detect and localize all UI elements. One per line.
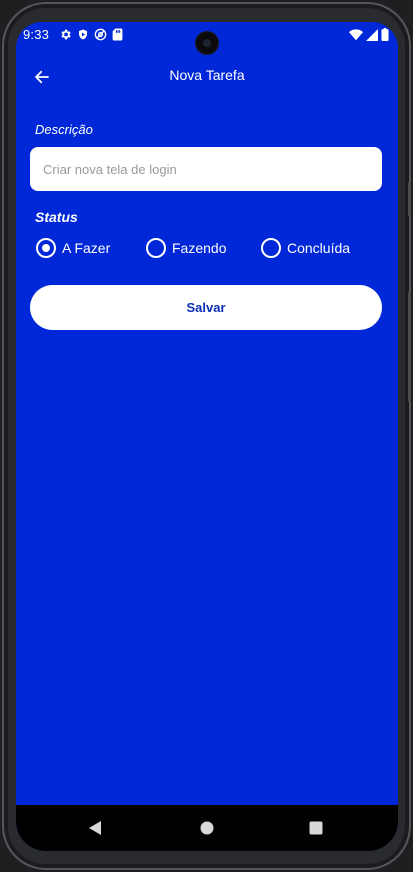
system-nav-bar xyxy=(16,805,398,851)
page-title: Nova Tarefa xyxy=(169,67,245,83)
power-button xyxy=(408,182,411,216)
status-label: Status xyxy=(35,209,78,225)
shield-icon xyxy=(77,28,89,46)
nav-home-button[interactable] xyxy=(198,819,216,837)
gear-icon xyxy=(59,28,72,46)
app-bar: Nova Tarefa xyxy=(16,58,398,94)
radio-option-concluida[interactable]: Concluída xyxy=(261,238,350,258)
signal-icon xyxy=(366,28,378,46)
status-right-icons xyxy=(349,28,389,46)
radio-option-a-fazer[interactable]: A Fazer xyxy=(36,238,110,258)
radio-button[interactable] xyxy=(146,238,166,258)
status-radio-group: A Fazer Fazendo Concluída xyxy=(16,238,398,260)
wifi-icon xyxy=(349,28,363,46)
front-camera xyxy=(196,32,218,54)
phone-frame: 9:33 Nova Tarefa Descrição Criar nova te… xyxy=(2,2,411,870)
status-time: 9:33 xyxy=(23,27,50,42)
save-button[interactable]: Salvar xyxy=(30,285,382,330)
battery-icon xyxy=(381,28,389,46)
description-input[interactable] xyxy=(30,147,382,191)
radio-label: A Fazer xyxy=(62,240,111,256)
radio-label: Concluída xyxy=(287,240,351,256)
radio-button[interactable] xyxy=(261,238,281,258)
radio-option-fazendo[interactable]: Fazendo xyxy=(146,238,226,258)
at-sign-icon xyxy=(94,28,107,46)
sd-card-icon xyxy=(112,28,123,46)
home-circle-icon xyxy=(200,821,214,835)
radio-label: Fazendo xyxy=(172,240,227,256)
description-label: Descrição xyxy=(35,122,93,137)
status-left-icons xyxy=(59,28,123,46)
app-screen: 9:33 Nova Tarefa Descrição Criar nova te… xyxy=(16,22,398,851)
recents-square-icon xyxy=(309,821,323,835)
nav-recents-button[interactable] xyxy=(307,819,325,837)
radio-button-selected[interactable] xyxy=(36,238,56,258)
nav-back-button[interactable] xyxy=(86,819,104,837)
back-triangle-icon xyxy=(89,821,101,835)
volume-button xyxy=(408,292,411,402)
